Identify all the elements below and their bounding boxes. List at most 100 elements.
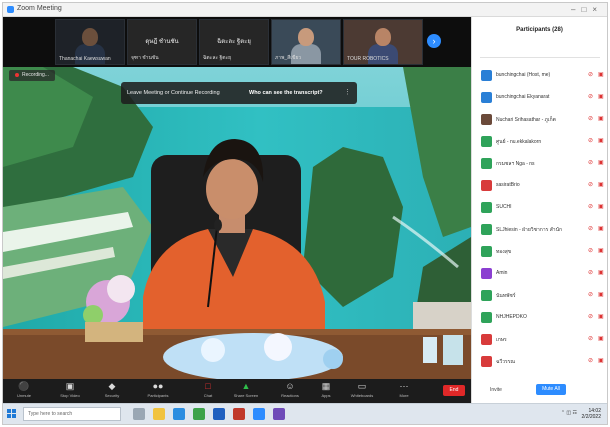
more-button[interactable]: ⋯ More xyxy=(387,381,421,401)
shield-icon: ◆ xyxy=(108,381,116,391)
toolbar-label: Security xyxy=(104,393,120,398)
windows-taskbar: Type here to search ⌃ ◫ ☶ 14:02 2/2/2022 xyxy=(3,403,607,424)
thumbnail-label: ฉิตะละ ฐิตะยุ xyxy=(217,39,251,45)
participant-row[interactable]: ทองสุข ⊘ ▣ xyxy=(478,245,606,259)
security-button[interactable]: ◆ Security xyxy=(95,381,129,401)
muted-mic-icon: ⊘ xyxy=(588,182,594,188)
banner-link[interactable]: Who can see the transcript? xyxy=(249,90,323,96)
taskbar-clock[interactable]: 14:02 2/2/2022 xyxy=(582,408,601,420)
video-off-icon: ▣ xyxy=(598,270,604,276)
chat-icon: □ xyxy=(205,381,211,391)
share-screen-button[interactable]: ▲ Share Screen xyxy=(229,381,263,401)
participant-search-input[interactable] xyxy=(480,49,600,58)
app-taskbar-icon[interactable] xyxy=(273,408,285,420)
chrome-icon[interactable] xyxy=(193,408,205,420)
avatar xyxy=(481,180,492,191)
edge-icon[interactable] xyxy=(173,408,185,420)
reactions-button[interactable]: ☺ Reactions xyxy=(273,381,307,401)
participant-thumbnail[interactable]: TOUR ROBOTICS xyxy=(343,19,423,65)
avatar xyxy=(481,246,492,257)
video-off-icon: ▣ xyxy=(598,336,604,342)
video-off-icon: ▣ xyxy=(598,204,604,210)
participants-button[interactable]: ●● Participants xyxy=(141,381,175,401)
video-off-icon: ▣ xyxy=(598,138,604,144)
participant-row[interactable]: ฉวีวรรณ ⊘ ▣ xyxy=(478,355,606,369)
participant-row[interactable]: เกษร ⊘ ▣ xyxy=(478,333,606,347)
system-tray[interactable]: ⌃ ◫ ☶ xyxy=(561,410,577,416)
invite-button[interactable]: Invite xyxy=(490,387,502,393)
muted-mic-icon: ⊘ xyxy=(588,336,594,342)
participant-row[interactable]: bunchingchai (Host, me) ⊘ ▣ xyxy=(478,69,606,83)
toolbar-label: Reactions xyxy=(281,393,299,398)
avatar xyxy=(481,356,492,367)
word-icon[interactable] xyxy=(213,408,225,420)
participant-thumbnail[interactable]: ภาพ_สีเขียว xyxy=(271,19,341,65)
video-off-icon: ▣ xyxy=(598,116,604,122)
participant-row[interactable]: sasiratBrio ⊘ ▣ xyxy=(478,179,606,193)
muted-mic-icon: ⊘ xyxy=(588,270,594,276)
stop-video-button[interactable]: ▣ Stop Video xyxy=(53,381,87,401)
close-icon[interactable]: ⋮ xyxy=(344,88,351,96)
participant-thumbnail[interactable]: ดุษฎี ชำนชัน จุฑา ชำนชัน xyxy=(127,19,197,65)
muted-mic-icon: ⊘ xyxy=(588,358,594,364)
window-controls[interactable]: –□× xyxy=(571,5,603,14)
participant-row[interactable]: NHJHEPDKO ⊘ ▣ xyxy=(478,311,606,325)
toolbar-label: More xyxy=(399,393,409,398)
avatar xyxy=(481,136,492,147)
participant-thumbnail[interactable]: ฉิตะละ ฐิตะยุ ฉิตะละ ฐิตะยุ xyxy=(199,19,269,65)
muted-mic-icon: ⊘ xyxy=(588,94,594,100)
windows-start-icon[interactable] xyxy=(7,409,17,419)
end-meeting-button[interactable]: End xyxy=(443,385,465,396)
participant-name: กรมชลฯ Nga - ns xyxy=(496,161,535,167)
zoom-taskbar-icon[interactable] xyxy=(253,408,265,420)
muted-mic-icon: ⊘ xyxy=(588,248,594,254)
avatar xyxy=(481,268,492,279)
powerpoint-icon[interactable] xyxy=(233,408,245,420)
participant-row[interactable]: ศูนย์ - nu.ekkalakorn ⊘ ▣ xyxy=(478,135,606,149)
participant-row[interactable]: SLJhiesin - ฝ่ายวิชาการ สำนัก ⊘ ▣ xyxy=(478,223,606,237)
participant-row[interactable]: กรมชลฯ Nga - ns ⊘ ▣ xyxy=(478,157,606,171)
video-off-icon: ▣ xyxy=(598,72,604,78)
thumbnail-name: ฉิตะละ ฐิตะยุ xyxy=(203,55,232,61)
reactions-icon: ☺ xyxy=(285,381,295,391)
unmute-button[interactable]: ⚫ Unmute xyxy=(7,381,41,401)
participant-row[interactable]: Amin ⊘ ▣ xyxy=(478,267,606,281)
main-video xyxy=(3,67,471,379)
participant-row[interactable]: Nuchari Srihasathar - ภูเก็ต ⊘ ▣ xyxy=(478,113,606,127)
avatar xyxy=(481,70,492,81)
participant-name: เกษร xyxy=(496,337,507,343)
share-icon: ▲ xyxy=(241,381,251,391)
video-off-icon: ▣ xyxy=(598,292,604,298)
participant-row[interactable]: นันทพัชร์ ⊘ ▣ xyxy=(478,289,606,303)
task-view-icon[interactable] xyxy=(133,408,145,420)
toolbar-label: Chat xyxy=(203,393,213,398)
participant-name: Nuchari Srihasathar - ภูเก็ต xyxy=(496,117,556,123)
whiteboard-icon: ▭ xyxy=(357,381,367,391)
next-thumbnails-button[interactable]: › xyxy=(427,34,441,48)
apps-button[interactable]: ▦ Apps xyxy=(309,381,343,401)
toolbar-label: Apps xyxy=(321,393,331,398)
thumbnail-person-face xyxy=(375,28,391,46)
muted-mic-icon: ⊘ xyxy=(588,72,594,78)
whiteboards-button[interactable]: ▭ Whiteboards xyxy=(345,381,379,401)
participants-icon: ●● xyxy=(152,381,164,391)
participant-name: Amin xyxy=(496,270,508,276)
taskbar-search-input[interactable]: Type here to search xyxy=(23,407,121,421)
avatar xyxy=(481,290,492,301)
file-explorer-icon[interactable] xyxy=(153,408,165,420)
toolbar-label: Whiteboards xyxy=(350,393,374,398)
recording-indicator: Recording... xyxy=(9,70,55,81)
recording-label: Recording... xyxy=(22,72,49,78)
muted-mic-icon: ⊘ xyxy=(588,314,594,320)
avatar xyxy=(481,158,492,169)
participant-row[interactable]: bunchingchai Ekyanarat ⊘ ▣ xyxy=(478,91,606,105)
participant-name: NHJHEPDKO xyxy=(496,314,527,320)
participant-row[interactable]: SUCHI ⊘ ▣ xyxy=(478,201,606,215)
chat-button[interactable]: □ Chat xyxy=(191,381,225,401)
thumbnail-label: ดุษฎี ชำนชัน xyxy=(145,39,179,45)
clock-date: 2/2/2022 xyxy=(581,414,601,420)
avatar xyxy=(481,224,492,235)
thumbnail-name: Thanachai Kaewsuwan xyxy=(59,56,111,62)
mute-all-button[interactable]: Mute All xyxy=(536,384,566,395)
participant-thumbnail[interactable]: Thanachai Kaewsuwan xyxy=(55,19,125,65)
